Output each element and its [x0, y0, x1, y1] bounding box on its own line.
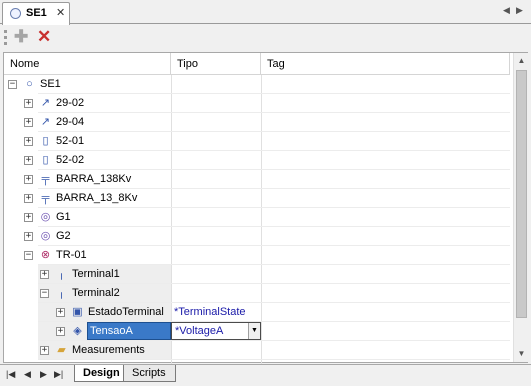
tipo-cell[interactable]: *TerminalState	[171, 303, 261, 322]
tree-grid: Nome Tipo Tag − ○ SE1 + ↗ 29-02 + ↗ 29-04 + ▯ 52-01…	[3, 52, 528, 364]
expand-icon[interactable]: +	[56, 308, 65, 317]
circle-station-icon: ○	[26, 78, 33, 90]
expand-icon[interactable]: +	[24, 156, 33, 165]
scroll-down-icon[interactable]: ▼	[514, 346, 529, 361]
tree-row[interactable]: + ▯ 52-01	[4, 132, 510, 151]
analog-point-icon: ◈	[73, 325, 82, 337]
document-tabstrip: SE1 ✕ ◀ ▶	[0, 0, 531, 25]
column-tag[interactable]: Tag	[261, 53, 510, 75]
tree-node-label: 52-01	[56, 135, 85, 147]
expand-icon[interactable]: +	[24, 194, 33, 203]
tree-row[interactable]: + ╤ BARRA_13_8Kv	[4, 189, 510, 208]
terminal-icon: ╷	[58, 287, 65, 299]
station-icon	[10, 8, 21, 19]
delete-icon[interactable]: ✕	[37, 28, 51, 46]
expand-icon[interactable]: +	[40, 270, 49, 279]
scrollbar-thumb[interactable]	[516, 70, 527, 318]
tree-row[interactable]: + ▣ EstadoTerminal *TerminalState	[4, 303, 510, 322]
name-edit-field[interactable]: TensaoA	[87, 322, 171, 340]
tree-node-label: TR-01	[56, 249, 87, 261]
tree-node-label: 29-02	[56, 97, 85, 109]
expand-icon[interactable]: +	[24, 213, 33, 222]
sheet-tab-design[interactable]: Design	[74, 365, 124, 382]
tree-node-label: Terminal2	[72, 287, 120, 299]
tree-row[interactable]: + ◎ G1	[4, 208, 510, 227]
sheet-tabbar: |◀ ◀ ▶ ▶| Design Scripts	[0, 364, 531, 386]
digital-point-icon: ▣	[72, 306, 83, 318]
generator-icon: ◎	[40, 211, 51, 223]
transformer-icon: ⊗	[40, 249, 51, 261]
prev-sheet-icon[interactable]: ◀	[24, 369, 31, 380]
tree-row[interactable]: + ╤ BARRA_138Kv	[4, 170, 510, 189]
next-sheet-icon[interactable]: ▶	[40, 369, 47, 380]
busbar-icon: ╤	[41, 173, 50, 185]
tree-row[interactable]: + ◈ TensaoA *VoltageA ▼	[4, 322, 510, 341]
expand-icon[interactable]: +	[24, 99, 33, 108]
generator-icon: ◎	[40, 230, 51, 242]
terminal-icon: ╷	[58, 268, 65, 280]
tree-node-label: Measurements	[72, 344, 145, 356]
tree-node-label: Terminal1	[72, 268, 120, 280]
last-sheet-icon[interactable]: ▶|	[54, 369, 63, 380]
expand-icon[interactable]: +	[24, 232, 33, 241]
switch-icon: ↗	[40, 116, 51, 128]
column-header: Nome Tipo Tag	[4, 53, 510, 75]
chevron-down-icon[interactable]: ▼	[248, 323, 260, 339]
breaker-icon: ▯	[42, 135, 49, 147]
tree-row[interactable]: + ◎ G2	[4, 227, 510, 246]
tree-row[interactable]: + ▰ Measurements	[4, 341, 510, 360]
expand-icon[interactable]: +	[24, 137, 33, 146]
tab-label: SE1	[26, 7, 47, 19]
tipo-value: *VoltageA	[175, 325, 224, 337]
column-nome[interactable]: Nome	[4, 53, 171, 75]
tree-row[interactable]: − ⊗ TR-01	[4, 246, 510, 265]
tree-node-label: G1	[56, 211, 71, 223]
tab-scroll-right-icon[interactable]: ▶	[516, 5, 523, 16]
tree-node-label: G2	[56, 230, 71, 242]
collapse-icon[interactable]: −	[24, 251, 33, 260]
first-sheet-icon[interactable]: |◀	[6, 369, 15, 380]
breaker-icon: ▯	[42, 154, 49, 166]
collapse-icon[interactable]: −	[40, 289, 49, 298]
tree-row[interactable]: − ○ SE1	[4, 75, 510, 94]
vertical-scrollbar[interactable]: ▲ ▼	[513, 53, 528, 362]
tree-node-label: BARRA_13_8Kv	[56, 192, 138, 204]
tree-row[interactable]: − ╷ Terminal2	[4, 284, 510, 303]
tree-node-label: 52-02	[56, 154, 85, 166]
tree-row[interactable]: + ╷ Terminal1	[4, 265, 510, 284]
expand-icon[interactable]: +	[56, 327, 65, 336]
tree-row[interactable]: + ↗ 29-04	[4, 113, 510, 132]
tab-scroll-left-icon[interactable]: ◀	[503, 5, 510, 16]
toolbar: ✚ ✕	[0, 25, 531, 50]
expand-icon[interactable]: +	[40, 346, 49, 355]
tree-row[interactable]: + ↗ 29-02	[4, 94, 510, 113]
busbar-icon: ╤	[41, 192, 50, 204]
collapse-icon[interactable]: −	[8, 80, 17, 89]
close-icon[interactable]: ✕	[56, 6, 65, 19]
folder-icon: ▰	[57, 344, 66, 356]
add-icon[interactable]: ✚	[14, 28, 28, 46]
tipo-dropdown[interactable]: *VoltageA ▼	[171, 322, 261, 340]
expand-icon[interactable]: +	[24, 175, 33, 184]
scroll-up-icon[interactable]: ▲	[514, 53, 529, 68]
expand-icon[interactable]: +	[24, 118, 33, 127]
tree-node-label: BARRA_138Kv	[56, 173, 132, 185]
tree-rows: − ○ SE1 + ↗ 29-02 + ↗ 29-04 + ▯ 52-01 + ▯ 52-02 + ╤ BARRA…	[4, 75, 510, 364]
tree-node-label: SE1	[40, 78, 61, 90]
switch-icon: ↗	[40, 97, 51, 109]
toolbar-grip[interactable]	[4, 30, 7, 45]
tab-se1[interactable]: SE1 ✕	[2, 2, 70, 25]
tree-node-label: EstadoTerminal	[88, 306, 164, 318]
column-tipo[interactable]: Tipo	[171, 53, 261, 75]
tree-row[interactable]: + ▯ 52-02	[4, 151, 510, 170]
tree-node-label: 29-04	[56, 116, 85, 128]
sheet-tab-scripts[interactable]: Scripts	[124, 365, 176, 382]
